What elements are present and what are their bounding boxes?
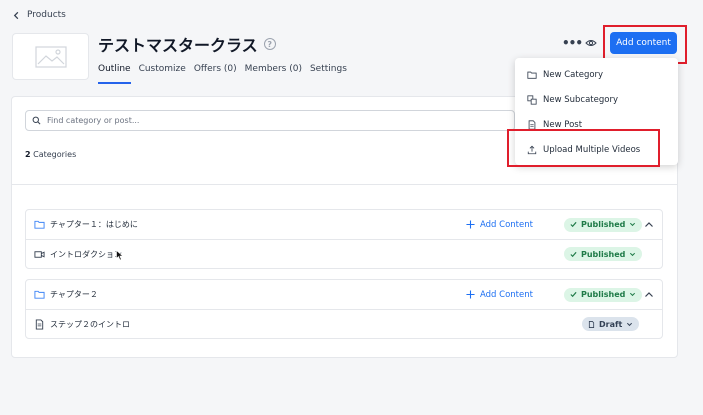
- folder-icon: [527, 71, 537, 79]
- check-icon: [570, 221, 577, 228]
- chevron-down-icon: [630, 222, 636, 227]
- status-label: Draft: [599, 319, 623, 329]
- collapse-icon[interactable]: [644, 290, 654, 300]
- chapter-card: チャプター２ Add Content Published ステップ２のイントロ …: [25, 279, 663, 339]
- chevron-left-icon: [13, 11, 19, 19]
- search-placeholder: Find category or post...: [47, 116, 140, 125]
- help-icon[interactable]: ?: [263, 38, 276, 50]
- plus-icon: [466, 290, 475, 299]
- tab-customize[interactable]: Customize: [139, 64, 186, 84]
- add-content-label: Add Content: [480, 289, 533, 300]
- tab-offers[interactable]: Offers (0): [194, 64, 237, 84]
- add-content-link[interactable]: Add Content: [466, 290, 533, 300]
- category-count-label: Categories: [30, 150, 77, 159]
- search-field[interactable]: Find category or post...: [25, 110, 515, 131]
- back-label: Products: [27, 10, 66, 20]
- document-icon: [35, 318, 44, 330]
- chapter-header[interactable]: チャプター１：はじめに Add Content Published: [26, 210, 662, 239]
- tab-members[interactable]: Members (0): [245, 64, 302, 84]
- tab-outline[interactable]: Outline: [98, 64, 131, 84]
- collapse-icon[interactable]: [644, 220, 654, 230]
- category-count: 2 Categories: [25, 150, 76, 159]
- menu-item-label: New Subcategory: [543, 94, 618, 105]
- page-title: テストマスタークラス ?: [98, 32, 276, 56]
- product-title: テストマスタークラス: [98, 36, 258, 55]
- status-badge[interactable]: Published: [564, 217, 643, 232]
- mouse-cursor-icon: [116, 250, 124, 261]
- tab-settings[interactable]: Settings: [310, 64, 347, 84]
- menu-item-new-subcategory[interactable]: New Subcategory: [515, 87, 678, 112]
- post-row[interactable]: ステップ２のイントロ Draft: [26, 309, 662, 338]
- post-title: ステップ２のイントロ: [50, 319, 130, 329]
- status-label: Published: [581, 249, 626, 259]
- chevron-down-icon: [630, 292, 636, 297]
- add-content-link[interactable]: Add Content: [466, 220, 533, 230]
- more-options-icon[interactable]: •••: [562, 36, 583, 50]
- document-icon: [528, 119, 536, 130]
- chevron-down-icon: [630, 252, 636, 256]
- search-icon: [32, 116, 41, 125]
- plus-icon: [466, 220, 475, 229]
- preview-eye-icon[interactable]: [585, 37, 597, 49]
- product-thumbnail[interactable]: [12, 33, 89, 80]
- status-badge[interactable]: Published: [564, 287, 643, 302]
- check-icon: [570, 251, 577, 257]
- highlight-box-upload-videos: [507, 129, 660, 167]
- chapter-header[interactable]: チャプター２ Add Content Published: [26, 280, 662, 309]
- chevron-down-icon: [627, 322, 633, 326]
- status-badge[interactable]: Published: [564, 247, 643, 261]
- subcategory-icon: [527, 94, 537, 105]
- menu-item-new-category[interactable]: New Category: [515, 62, 678, 87]
- document-icon: [588, 320, 595, 328]
- status-badge[interactable]: Draft: [582, 317, 640, 331]
- folder-icon: [34, 220, 45, 229]
- menu-item-label: New Post: [543, 119, 583, 130]
- status-label: Published: [581, 290, 626, 299]
- check-icon: [570, 291, 577, 298]
- menu-item-label: New Category: [543, 69, 604, 80]
- image-placeholder-icon: [34, 45, 67, 68]
- back-link[interactable]: Products: [12, 10, 66, 20]
- tab-bar: Outline Customize Offers (0) Members (0)…: [98, 64, 347, 84]
- add-content-label: Add Content: [480, 219, 533, 230]
- folder-icon: [34, 290, 45, 299]
- status-label: Published: [581, 220, 626, 229]
- divider: [12, 184, 677, 185]
- video-icon: [34, 250, 45, 258]
